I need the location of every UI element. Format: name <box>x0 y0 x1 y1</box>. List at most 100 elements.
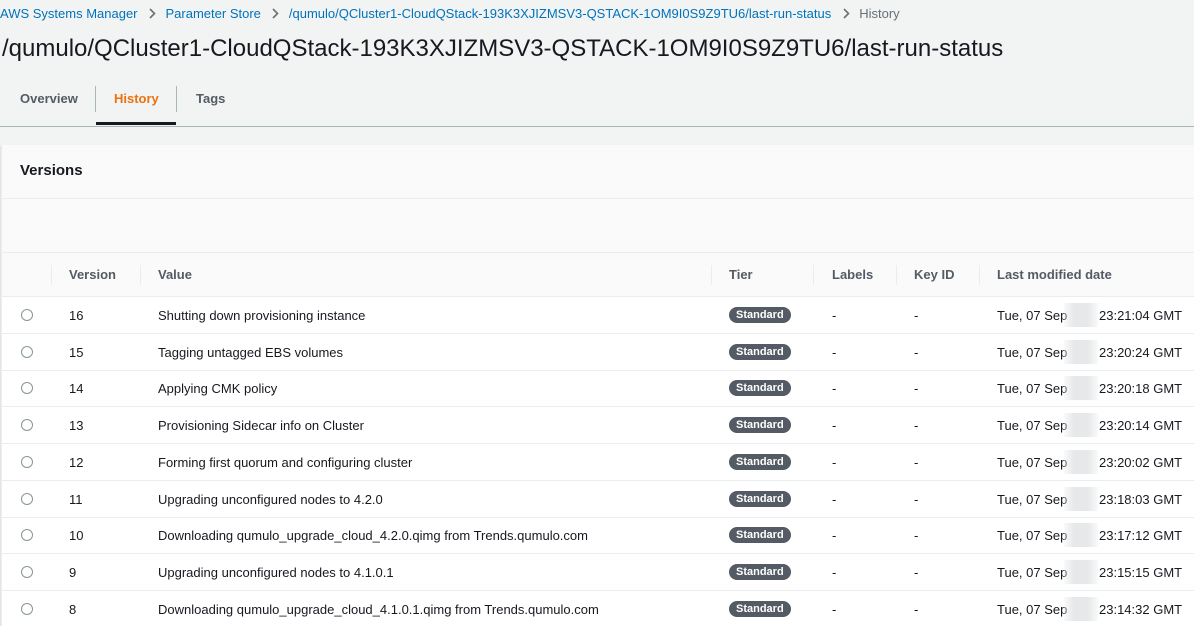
cell-labels: - <box>832 455 837 470</box>
versions-panel: Versions Version Value Tier Labels Key I… <box>1 145 1194 626</box>
redacted-year <box>1064 597 1098 621</box>
cell-value: Upgrading unconfigured nodes to 4.1.0.1 <box>158 565 394 580</box>
redacted-year <box>1064 413 1098 437</box>
tab-divider <box>176 86 177 112</box>
column-header-key-id[interactable]: Key ID <box>914 267 954 282</box>
cell-version: 8 <box>69 602 77 617</box>
cell-key-id: - <box>914 381 919 396</box>
column-divider <box>979 265 980 285</box>
cell-version: 14 <box>69 381 84 396</box>
cell-time: 23:20:02 GMT <box>1099 455 1183 470</box>
cell-time: 23:21:04 GMT <box>1099 308 1183 323</box>
chevron-right-icon <box>839 7 853 19</box>
cell-labels: - <box>832 345 837 360</box>
cell-key-id: - <box>914 528 919 543</box>
chevron-right-icon <box>269 7 283 19</box>
cell-date: Tue, 07 Sep <box>997 565 1068 580</box>
row-select-radio[interactable] <box>21 566 33 578</box>
redacted-year <box>1064 303 1098 327</box>
column-header-version[interactable]: Version <box>69 267 116 282</box>
cell-key-id: - <box>914 455 919 470</box>
table-header: Version Value Tier Labels Key ID Last mo… <box>2 253 1194 297</box>
tab-history[interactable]: History <box>114 84 159 124</box>
cell-value: Tagging untagged EBS volumes <box>158 345 344 360</box>
tier-badge: Standard <box>729 491 791 507</box>
tier-badge: Standard <box>729 307 791 323</box>
breadcrumb: AWS Systems Manager Parameter Store /qum… <box>0 4 900 22</box>
cell-date: Tue, 07 Sep <box>997 345 1068 360</box>
column-header-value[interactable]: Value <box>158 267 192 282</box>
cell-value: Forming first quorum and configuring clu… <box>158 455 413 470</box>
table-row[interactable]: 8 Downloading qumulo_upgrade_cloud_4.1.0.… <box>2 591 1194 626</box>
tab-divider <box>95 86 96 112</box>
cell-key-id: - <box>914 345 919 360</box>
cell-date: Tue, 07 Sep <box>997 455 1068 470</box>
table-row[interactable]: 15 Tagging untagged EBS volumes Standard - -… <box>2 334 1194 371</box>
cell-value: Shutting down provisioning instance <box>158 308 366 323</box>
row-select-radio[interactable] <box>21 346 33 358</box>
column-divider <box>896 265 897 285</box>
breadcrumb-parameter-store-link[interactable]: Parameter Store <box>166 6 261 21</box>
row-select-radio[interactable] <box>21 419 33 431</box>
cell-labels: - <box>832 565 837 580</box>
table-row[interactable]: 16 Shutting down provisioning instance Sta… <box>2 297 1194 334</box>
cell-value: Downloading qumulo_upgrade_cloud_4.2.0.q… <box>158 528 588 543</box>
cell-date: Tue, 07 Sep <box>997 602 1068 617</box>
redacted-year <box>1064 523 1098 547</box>
cell-version: 16 <box>69 308 84 323</box>
column-header-tier[interactable]: Tier <box>729 267 753 282</box>
tier-badge: Standard <box>729 454 791 470</box>
redacted-year <box>1064 340 1098 364</box>
cell-date: Tue, 07 Sep <box>997 492 1068 507</box>
row-select-radio[interactable] <box>21 456 33 468</box>
tab-tags[interactable]: Tags <box>196 84 225 124</box>
cell-version: 11 <box>69 492 83 507</box>
cell-time: 23:20:24 GMT <box>1099 345 1183 360</box>
cell-date: Tue, 07 Sep <box>997 418 1068 433</box>
row-select-radio[interactable] <box>21 382 33 394</box>
column-divider <box>711 265 712 285</box>
table-row[interactable]: 11 Upgrading unconfigured nodes to 4.2.0 S… <box>2 481 1194 518</box>
active-tab-indicator <box>96 122 176 125</box>
breadcrumb-parameter-link[interactable]: /qumulo/QCluster1-CloudQStack-193K3XJIZM… <box>289 6 831 21</box>
tier-badge: Standard <box>729 380 791 396</box>
table-row[interactable]: 14 Applying CMK policy Standard - - Tue, 07 S… <box>2 370 1194 407</box>
row-select-radio[interactable] <box>21 529 33 541</box>
cell-date: Tue, 07 Sep <box>997 528 1068 543</box>
redacted-year <box>1064 560 1098 584</box>
breadcrumb-current: History <box>859 5 900 21</box>
cell-key-id: - <box>914 565 919 580</box>
cell-labels: - <box>832 418 837 433</box>
versions-title: Versions <box>20 162 83 179</box>
cell-version: 15 <box>69 345 84 360</box>
column-header-last-modified[interactable]: Last modified date <box>997 267 1112 282</box>
row-select-radio[interactable] <box>21 603 33 615</box>
cell-value: Applying CMK policy <box>158 381 278 396</box>
cell-time: 23:18:03 GMT <box>1099 492 1183 507</box>
table-row[interactable]: 9 Upgrading unconfigured nodes to 4.1.0.1… <box>2 554 1194 591</box>
cell-version: 13 <box>69 418 84 433</box>
column-header-labels[interactable]: Labels <box>832 267 873 282</box>
table-row[interactable]: 10 Downloading qumulo_upgrade_cloud_4.2.0… <box>2 517 1194 554</box>
cell-value: Provisioning Sidecar info on Cluster <box>158 418 364 433</box>
cell-date: Tue, 07 Sep <box>997 308 1068 323</box>
breadcrumb-systems-manager-link[interactable]: AWS Systems Manager <box>0 6 138 21</box>
cell-value: Downloading qumulo_upgrade_cloud_4.1.0.1… <box>158 602 599 617</box>
table-toolbar <box>2 199 1194 253</box>
cell-time: 23:14:32 GMT <box>1099 602 1183 617</box>
tab-bar: Overview History Tags <box>0 84 1194 127</box>
table-row[interactable]: 13 Provisioning Sidecar info on Cluster St… <box>2 407 1194 444</box>
tab-overview[interactable]: Overview <box>20 84 78 124</box>
column-divider <box>813 265 814 285</box>
tier-badge: Standard <box>729 344 791 360</box>
row-select-radio[interactable] <box>21 493 33 505</box>
cell-time: 23:17:12 GMT <box>1099 528 1183 543</box>
cell-key-id: - <box>914 418 919 433</box>
table-row[interactable]: 12 Forming first quorum and configuring c… <box>2 444 1194 481</box>
redacted-year <box>1064 487 1098 511</box>
cell-key-id: - <box>914 492 919 507</box>
column-divider <box>140 265 141 285</box>
tier-badge: Standard <box>729 564 791 580</box>
row-select-radio[interactable] <box>21 309 33 321</box>
versions-panel-header: Versions <box>2 145 1194 199</box>
